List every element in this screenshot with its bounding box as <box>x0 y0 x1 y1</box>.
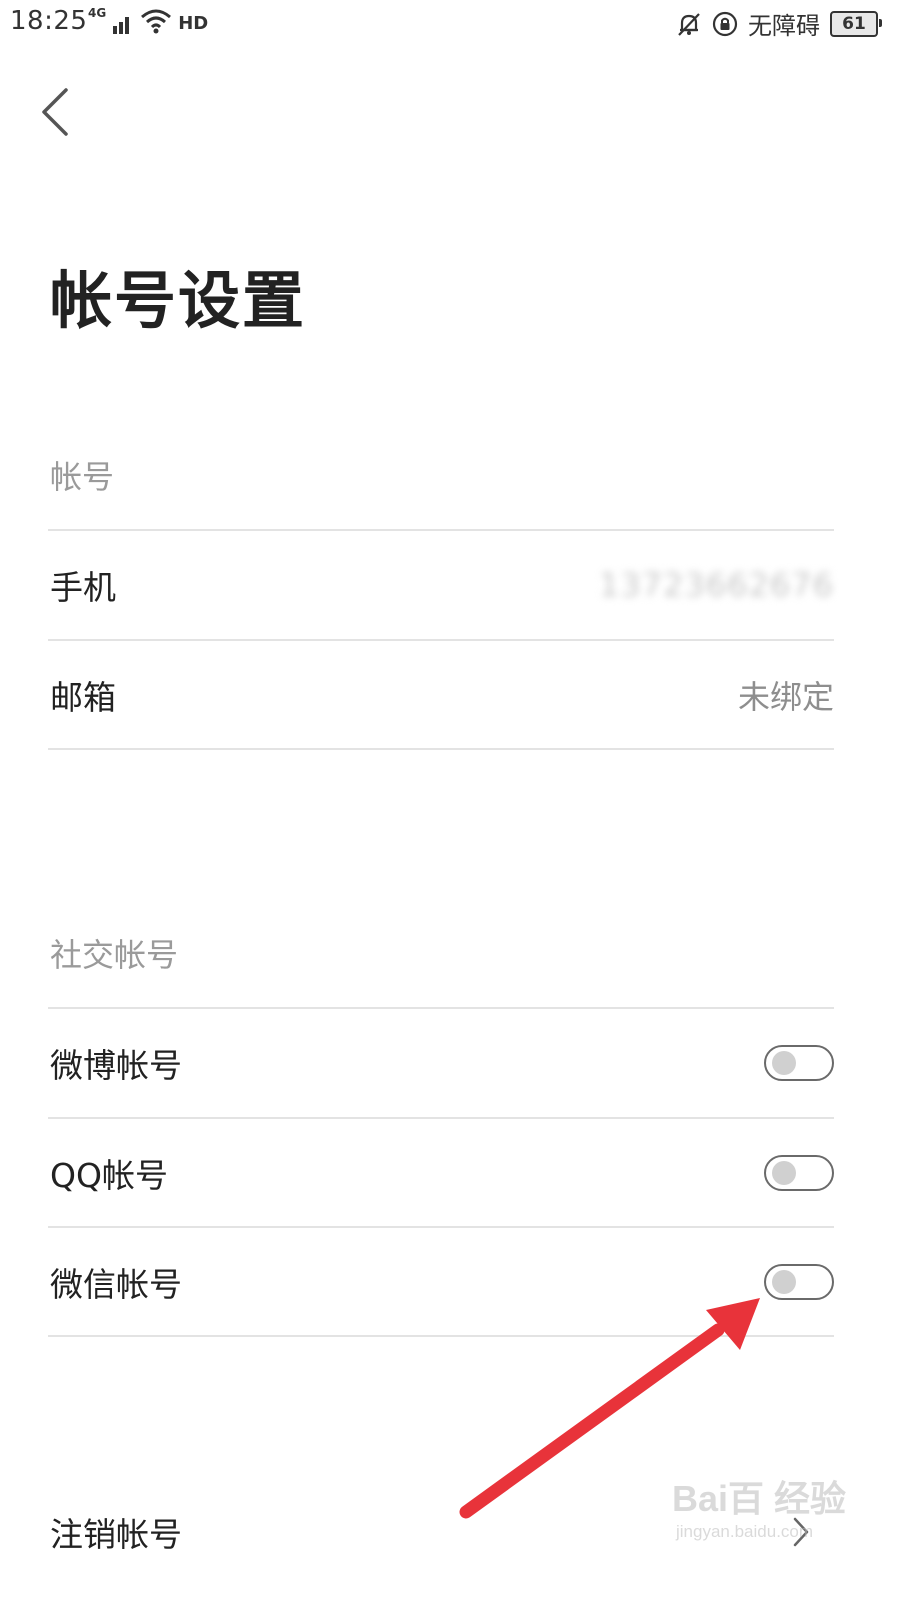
wechat-label: 微信帐号 <box>50 1265 182 1304</box>
email-row[interactable]: 邮箱 未绑定 <box>48 641 834 749</box>
weibo-toggle[interactable] <box>764 1045 834 1081</box>
back-arrow-icon[interactable] <box>34 82 84 142</box>
section-header-account: 帐号 <box>50 458 115 496</box>
qq-row: QQ帐号 <box>48 1119 834 1227</box>
status-left-icons: 4G HD <box>88 6 209 34</box>
phone-row[interactable]: 手机 13723662676 <box>48 531 834 639</box>
chevron-right-icon <box>793 1517 809 1547</box>
network-type-label: 4G <box>88 6 107 20</box>
deactivate-account-label: 注销帐号 <box>50 1515 182 1554</box>
battery-icon: 61 <box>830 10 882 37</box>
bell-muted-icon <box>678 12 700 36</box>
status-right-icons: 无障碍 61 <box>676 6 882 41</box>
wechat-toggle[interactable] <box>764 1264 834 1300</box>
section-header-social: 社交帐号 <box>50 936 179 974</box>
email-label: 邮箱 <box>50 678 116 717</box>
rotation-lock-icon <box>712 11 738 36</box>
phone-label: 手机 <box>50 568 116 607</box>
page-title: 帐号设置 <box>50 264 307 337</box>
toggle-knob <box>772 1161 796 1185</box>
phone-value: 13723662676 <box>599 566 834 604</box>
divider <box>48 748 834 750</box>
hd-voice-icon: HD <box>178 13 209 34</box>
email-status: 未绑定 <box>737 678 834 716</box>
deactivate-account-row[interactable]: 注销帐号 <box>48 1478 834 1586</box>
status-bar: 18:25 4G HD 无障碍 61 <box>0 0 900 46</box>
weibo-row: 微博帐号 <box>48 1009 834 1117</box>
accessibility-label: 无障碍 <box>748 12 820 40</box>
divider <box>48 1335 834 1337</box>
qq-label: QQ帐号 <box>50 1156 168 1195</box>
toggle-knob <box>772 1051 796 1075</box>
battery-level: 61 <box>842 13 866 34</box>
wechat-row: 微信帐号 <box>48 1228 834 1336</box>
status-time: 18:25 <box>10 6 88 36</box>
qq-toggle[interactable] <box>764 1155 834 1191</box>
cell-signal-icon <box>113 17 130 34</box>
toggle-knob <box>772 1270 796 1294</box>
weibo-label: 微博帐号 <box>50 1046 182 1085</box>
annotation-arrow-icon <box>459 1298 760 1519</box>
wifi-icon <box>141 9 172 34</box>
